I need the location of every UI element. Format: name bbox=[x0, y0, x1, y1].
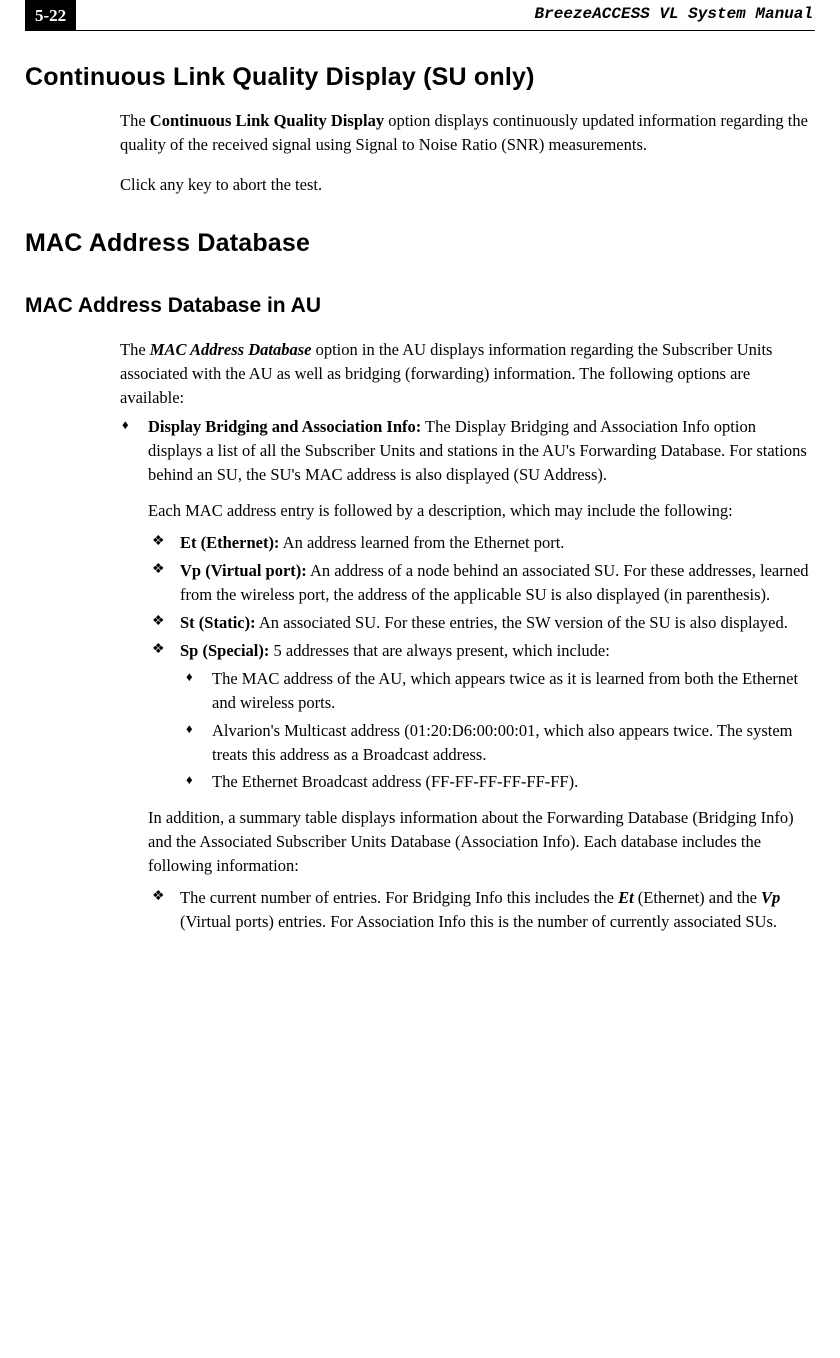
bullet-list-fleur: Et (Ethernet): An address learned from t… bbox=[148, 531, 810, 794]
text: (Virtual ports) entries. For Association… bbox=[180, 912, 777, 931]
document-title: BreezeACCESS VL System Manual bbox=[535, 0, 815, 30]
list-item: The MAC address of the AU, which appears… bbox=[180, 667, 810, 715]
paragraph: The MAC Address Database option in the A… bbox=[120, 338, 810, 410]
paragraph: The Continuous Link Quality Display opti… bbox=[120, 109, 810, 157]
list-item: The Ethernet Broadcast address (FF-FF-FF… bbox=[180, 770, 810, 794]
bold-italic-text: Et bbox=[618, 888, 634, 907]
bold-label: Vp (Virtual port): bbox=[180, 561, 307, 580]
text: An associated SU. For these entries, the… bbox=[256, 613, 788, 632]
page-number: 5-22 bbox=[25, 0, 76, 30]
heading-continuous-link-quality: Continuous Link Quality Display (SU only… bbox=[25, 59, 815, 95]
bold-label: Et (Ethernet): bbox=[180, 533, 279, 552]
bold-label: Sp (Special): bbox=[180, 641, 269, 660]
bullet-list-diamond: Display Bridging and Association Info: T… bbox=[120, 415, 810, 934]
bold-label: St (Static): bbox=[180, 613, 256, 632]
page-header: 5-22 BreezeACCESS VL System Manual bbox=[25, 0, 815, 31]
text: The current number of entries. For Bridg… bbox=[180, 888, 618, 907]
bullet-list-inner: The MAC address of the AU, which appears… bbox=[180, 667, 810, 795]
paragraph: In addition, a summary table displays in… bbox=[148, 806, 810, 878]
list-item: Sp (Special): 5 addresses that are alway… bbox=[148, 639, 810, 795]
bold-italic-text: MAC Address Database bbox=[150, 340, 312, 359]
bold-italic-text: Vp bbox=[761, 888, 780, 907]
list-item: Display Bridging and Association Info: T… bbox=[120, 415, 810, 934]
list-item: Alvarion's Multicast address (01:20:D6:0… bbox=[180, 719, 810, 767]
bold-label: Display Bridging and Association Info: bbox=[148, 417, 421, 436]
text: The bbox=[120, 111, 150, 130]
list-item: Vp (Virtual port): An address of a node … bbox=[148, 559, 810, 607]
bullet-list-fleur: The current number of entries. For Bridg… bbox=[148, 886, 810, 934]
list-item: Et (Ethernet): An address learned from t… bbox=[148, 531, 810, 555]
heading-mac-address-database: MAC Address Database bbox=[25, 225, 815, 261]
subheading-mac-address-database-au: MAC Address Database in AU bbox=[25, 291, 815, 321]
paragraph: Each MAC address entry is followed by a … bbox=[148, 499, 810, 523]
bold-text: Continuous Link Quality Display bbox=[150, 111, 384, 130]
text: An address learned from the Ethernet por… bbox=[279, 533, 564, 552]
text: 5 addresses that are always present, whi… bbox=[269, 641, 609, 660]
text: The bbox=[120, 340, 150, 359]
paragraph: Click any key to abort the test. bbox=[120, 173, 810, 197]
list-item: The current number of entries. For Bridg… bbox=[148, 886, 810, 934]
list-item: St (Static): An associated SU. For these… bbox=[148, 611, 810, 635]
text: (Ethernet) and the bbox=[634, 888, 761, 907]
